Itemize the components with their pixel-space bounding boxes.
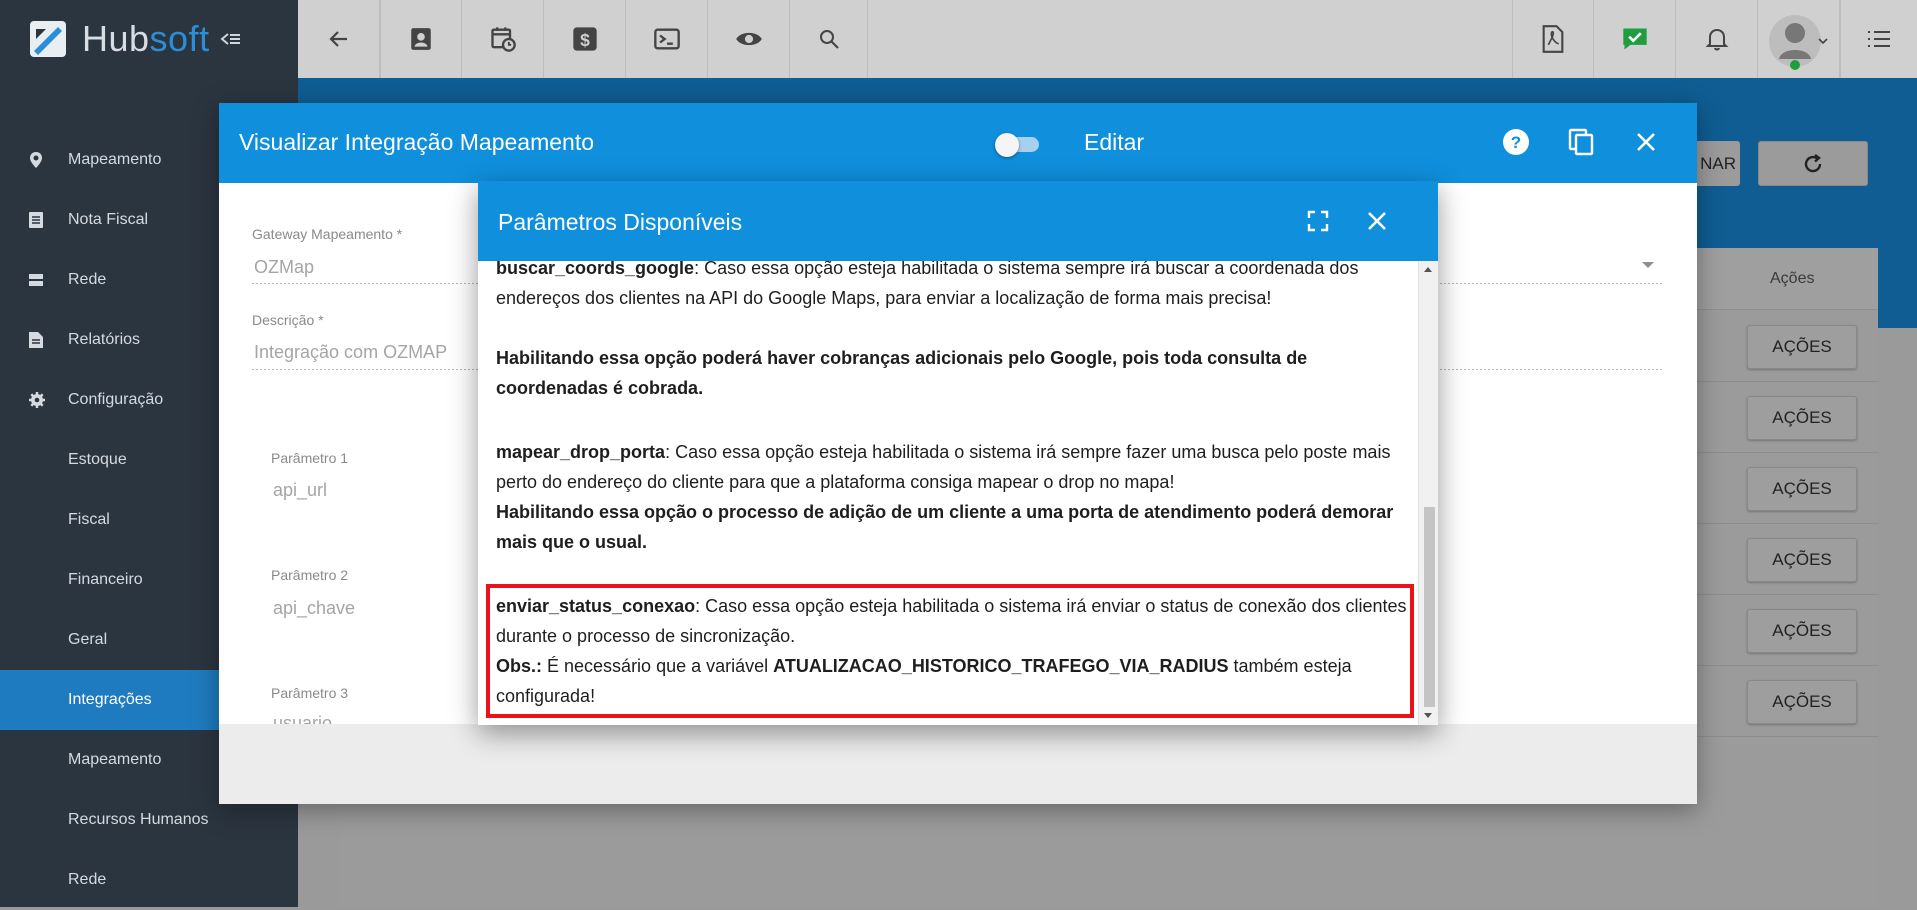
pdf-file-icon	[1542, 25, 1564, 53]
descricao-field[interactable]: Integração com OZMAP	[254, 342, 447, 363]
report-icon	[28, 331, 58, 349]
toggle-knob	[995, 133, 1019, 157]
row-actions-button[interactable]: AÇÕES	[1747, 325, 1857, 369]
edit-toggle[interactable]	[995, 133, 1041, 157]
partial-action-button[interactable]: NAR	[1690, 141, 1740, 186]
help-button[interactable]: ?	[1501, 127, 1531, 157]
scrollbar-thumb[interactable]	[1424, 507, 1435, 707]
hubsoft-logo-icon	[30, 21, 66, 57]
close-icon	[1368, 212, 1386, 230]
refresh-icon	[1804, 153, 1822, 172]
avatar	[1768, 15, 1828, 70]
close-dialog-button[interactable]	[1631, 127, 1661, 157]
dollar-icon: $	[572, 27, 597, 51]
close-icon	[1637, 133, 1655, 151]
param1-label: Parâmetro 1	[271, 450, 349, 466]
param3-field[interactable]: usuario	[273, 713, 332, 724]
terminal-icon	[653, 28, 680, 50]
top-bar: Hubsoft $	[0, 0, 1917, 78]
parameter-description: buscar_coords_google: Caso essa opção es…	[496, 261, 1408, 313]
arrow-left-icon	[328, 31, 347, 47]
param2-label: Parâmetro 2	[271, 567, 349, 583]
parameters-dialog-header: Parâmetros Disponíveis	[478, 181, 1438, 261]
param1-field[interactable]: api_url	[273, 480, 327, 501]
dialog-header: Visualizar Integração Mapeamento Editar …	[219, 103, 1697, 183]
parameter-description: mapear_drop_porta: Caso essa opção estej…	[496, 442, 1391, 492]
param2-field[interactable]: api_chave	[273, 598, 355, 619]
notifications-button[interactable]	[1676, 0, 1758, 78]
parameters-dialog-title: Parâmetros Disponíveis	[498, 209, 743, 235]
tasks-button[interactable]	[1594, 0, 1676, 78]
list-menu-icon	[1868, 31, 1890, 47]
param3-label: Parâmetro 3	[271, 685, 349, 701]
edit-toggle-label: Editar	[1084, 129, 1145, 155]
help-icon: ?	[1503, 129, 1529, 155]
row-actions-button[interactable]: AÇÕES	[1747, 680, 1857, 724]
server-icon	[28, 272, 58, 288]
back-button[interactable]	[298, 0, 380, 78]
map-pin-icon	[28, 151, 58, 169]
sidebar-subitem-rede[interactable]: Rede	[0, 850, 298, 910]
scroll-down-arrow-icon[interactable]	[1424, 713, 1432, 718]
highlight-box	[486, 584, 1414, 718]
scroll-up-arrow-icon[interactable]	[1424, 267, 1432, 272]
row-actions-button[interactable]: AÇÕES	[1747, 609, 1857, 653]
gateway-label: Gateway Mapeamento *	[252, 226, 403, 242]
row-actions-button[interactable]: AÇÕES	[1747, 396, 1857, 440]
gateway-select[interactable]: OZMap	[254, 257, 314, 278]
gear-icon	[28, 391, 58, 409]
user-menu-button[interactable]	[1758, 0, 1840, 78]
fullscreen-icon	[1307, 210, 1329, 232]
parameter-warning: Habilitando essa opção o processo de adi…	[496, 502, 1394, 552]
view-button[interactable]	[708, 0, 790, 78]
logo-area: Hubsoft	[0, 0, 298, 78]
copy-icon	[1568, 128, 1594, 156]
main-menu-button[interactable]	[1840, 0, 1917, 78]
eye-icon	[735, 32, 762, 46]
terminal-button[interactable]	[626, 0, 708, 78]
chat-check-icon	[1622, 28, 1647, 50]
close-parameters-button[interactable]	[1363, 207, 1391, 235]
search-icon	[819, 30, 839, 49]
finance-button[interactable]: $	[544, 0, 626, 78]
chevron-down-icon[interactable]	[1642, 262, 1654, 268]
logo-text: Hubsoft	[82, 18, 210, 59]
svg-text:?: ?	[1511, 133, 1521, 152]
document-list-icon	[28, 211, 58, 229]
parameter-key: buscar_coords_google	[496, 261, 695, 278]
svg-text:$: $	[580, 30, 590, 50]
fullscreen-button[interactable]	[1306, 209, 1330, 233]
scrollbar[interactable]	[1418, 261, 1438, 725]
contact-card-icon	[411, 28, 431, 50]
dialog-footer	[219, 724, 1697, 804]
row-actions-button[interactable]: AÇÕES	[1747, 538, 1857, 582]
collapse-menu-icon[interactable]	[220, 30, 242, 48]
row-actions-button[interactable]: AÇÕES	[1747, 467, 1857, 511]
refresh-button[interactable]	[1758, 141, 1868, 186]
bell-icon	[1705, 28, 1728, 51]
search-button[interactable]	[790, 0, 868, 78]
calendar-clock-icon	[490, 27, 516, 52]
contacts-button[interactable]	[380, 0, 462, 78]
descricao-label: Descrição *	[252, 312, 324, 328]
pdf-button[interactable]	[1512, 0, 1594, 78]
schedule-button[interactable]	[462, 0, 544, 78]
column-header-acoes: Ações	[1770, 270, 1815, 287]
dialog-title: Visualizar Integração Mapeamento	[239, 129, 595, 155]
parameter-key: mapear_drop_porta	[496, 442, 666, 462]
copy-button[interactable]	[1566, 127, 1596, 157]
parameter-warning: Habilitando essa opção poderá haver cobr…	[496, 348, 1308, 398]
